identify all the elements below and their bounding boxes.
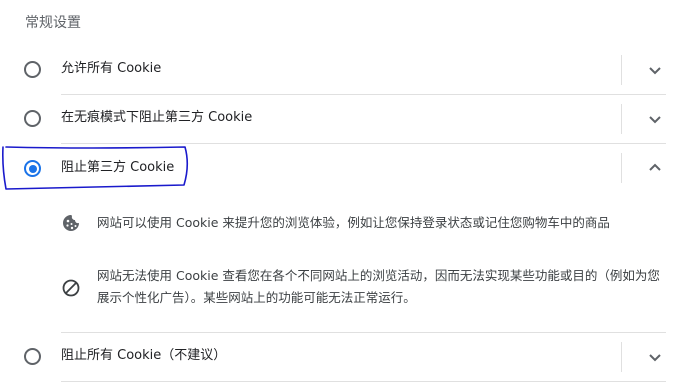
radio-block-third-party[interactable] (24, 160, 41, 177)
radio-allow-all[interactable] (24, 61, 41, 78)
row-divider (621, 153, 622, 183)
row-divider (621, 104, 622, 134)
option-label-block-third-party: 阻止第三方 Cookie (61, 160, 175, 175)
detail-text-block: 网站无法使用 Cookie 查看您在各个不同网站上的浏览活动，因而无法实现某些功… (97, 268, 660, 305)
row-divider (621, 55, 622, 85)
cookie-option-block-third-party-incognito[interactable]: 在无痕模式下阻止第三方 Cookie (0, 95, 691, 143)
detail-text-cookie: 网站可以使用 Cookie 来提升您的浏览体验，例如让您保持登录状态或记住您购物… (97, 215, 610, 230)
chevron-down-icon[interactable] (646, 110, 664, 128)
option-label-block-third-party-incognito: 在无痕模式下阻止第三方 Cookie (61, 110, 253, 125)
chevron-down-icon[interactable] (646, 348, 664, 366)
chevron-up-icon[interactable] (646, 159, 664, 177)
row-divider (621, 342, 622, 372)
chevron-down-icon[interactable] (646, 61, 664, 79)
section-title: 常规设置 (25, 15, 81, 31)
cookie-option-block-all[interactable]: 阻止所有 Cookie（不建议） (0, 333, 691, 381)
block-icon (62, 279, 80, 297)
option-label-block-all: 阻止所有 Cookie（不建议） (61, 348, 227, 363)
radio-block-third-party-incognito[interactable] (24, 110, 41, 127)
cookie-icon (63, 215, 79, 231)
cookie-option-allow-all[interactable]: 允许所有 Cookie (0, 45, 691, 95)
radio-block-all[interactable] (24, 348, 41, 365)
cookie-option-block-third-party[interactable]: 阻止第三方 Cookie (0, 144, 691, 192)
row-separator (61, 381, 666, 382)
option-label-allow-all: 允许所有 Cookie (61, 61, 162, 76)
